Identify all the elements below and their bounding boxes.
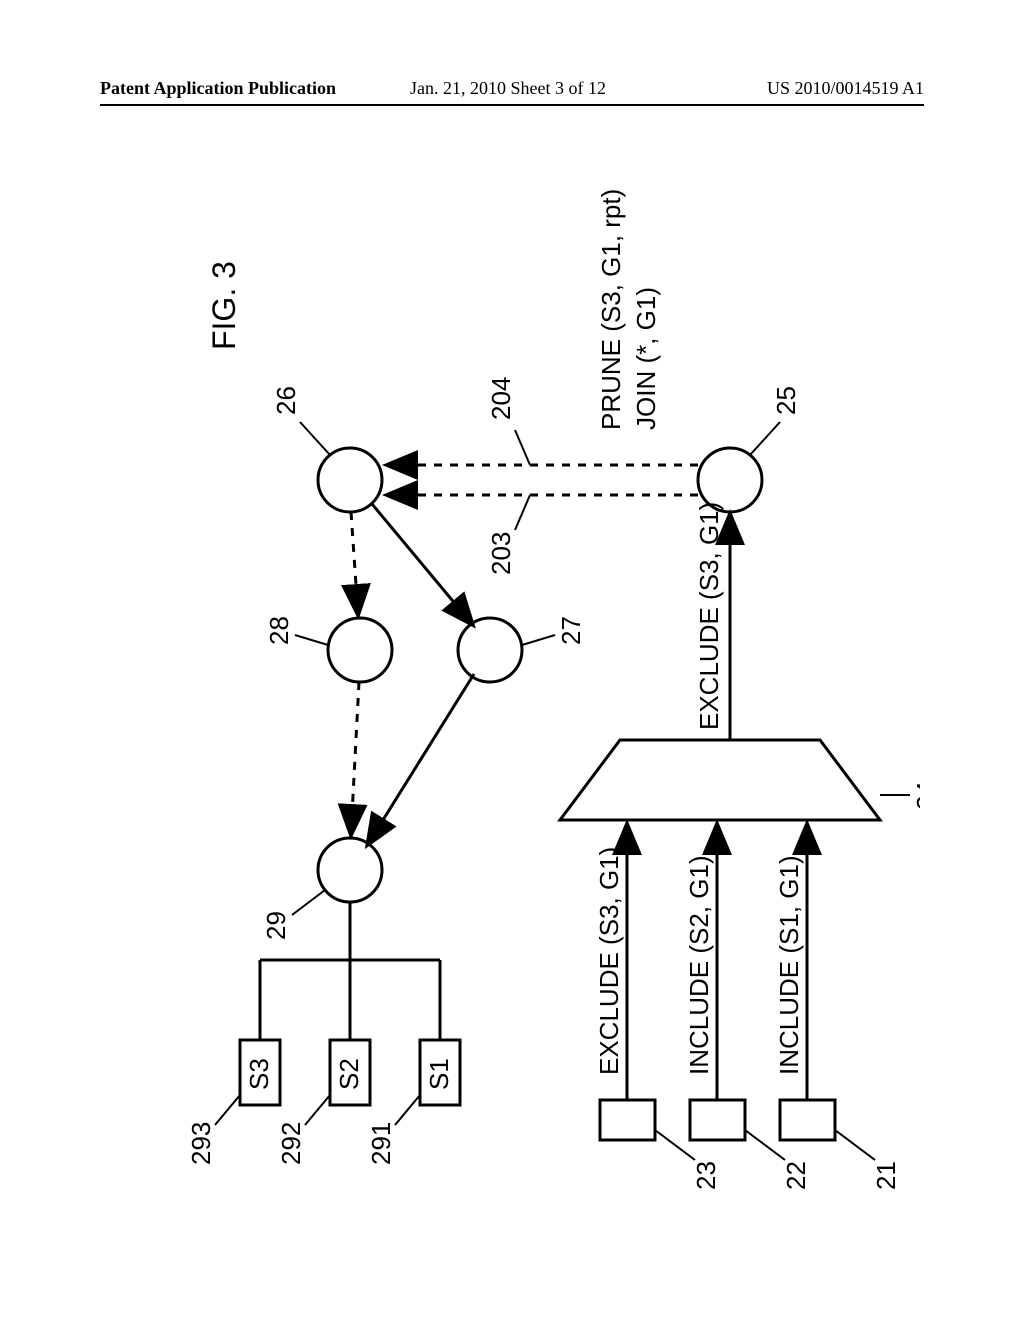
ref-204: 204 [486,377,516,420]
ref-22: 22 [781,1161,811,1190]
ref-293: 293 [186,1122,216,1165]
label-exclude-s3b: EXCLUDE (S3, G1) [694,502,724,730]
source-s1: S1 [424,1058,454,1090]
label-exclude-s3a: EXCLUDE (S3, G1) [594,847,624,1075]
ref-29: 29 [261,911,291,940]
ref-291: 291 [366,1122,396,1165]
header-right: US 2010/0014519 A1 [767,78,924,99]
label-include-s2: INCLUDE (S2, G1) [684,855,714,1075]
label-include-s1: INCLUDE (S1, G1) [774,855,804,1075]
ref-24: 24 [911,781,920,810]
header-divider [100,104,924,106]
ref-27: 27 [556,616,586,645]
header-left: Patent Application Publication [100,78,336,99]
ref-23: 23 [691,1161,721,1190]
source-s3: S3 [244,1058,274,1090]
ref-25: 25 [771,386,801,415]
ref-203: 203 [486,532,516,575]
figure-3-diagram: INCLUDE (S1, G1) INCLUDE (S2, G1) EXCLUD… [100,160,920,1190]
figure-label: FIG. 3 [206,261,242,350]
header-center: Jan. 21, 2010 Sheet 3 of 12 [410,78,606,99]
ref-28: 28 [264,616,294,645]
source-s2: S2 [334,1058,364,1090]
label-join: JOIN (*, G1) [631,287,661,430]
ref-292: 292 [276,1122,306,1165]
ref-26: 26 [271,386,301,415]
label-prune: PRUNE (S3, G1, rpt) [596,189,626,430]
ref-21: 21 [871,1161,901,1190]
